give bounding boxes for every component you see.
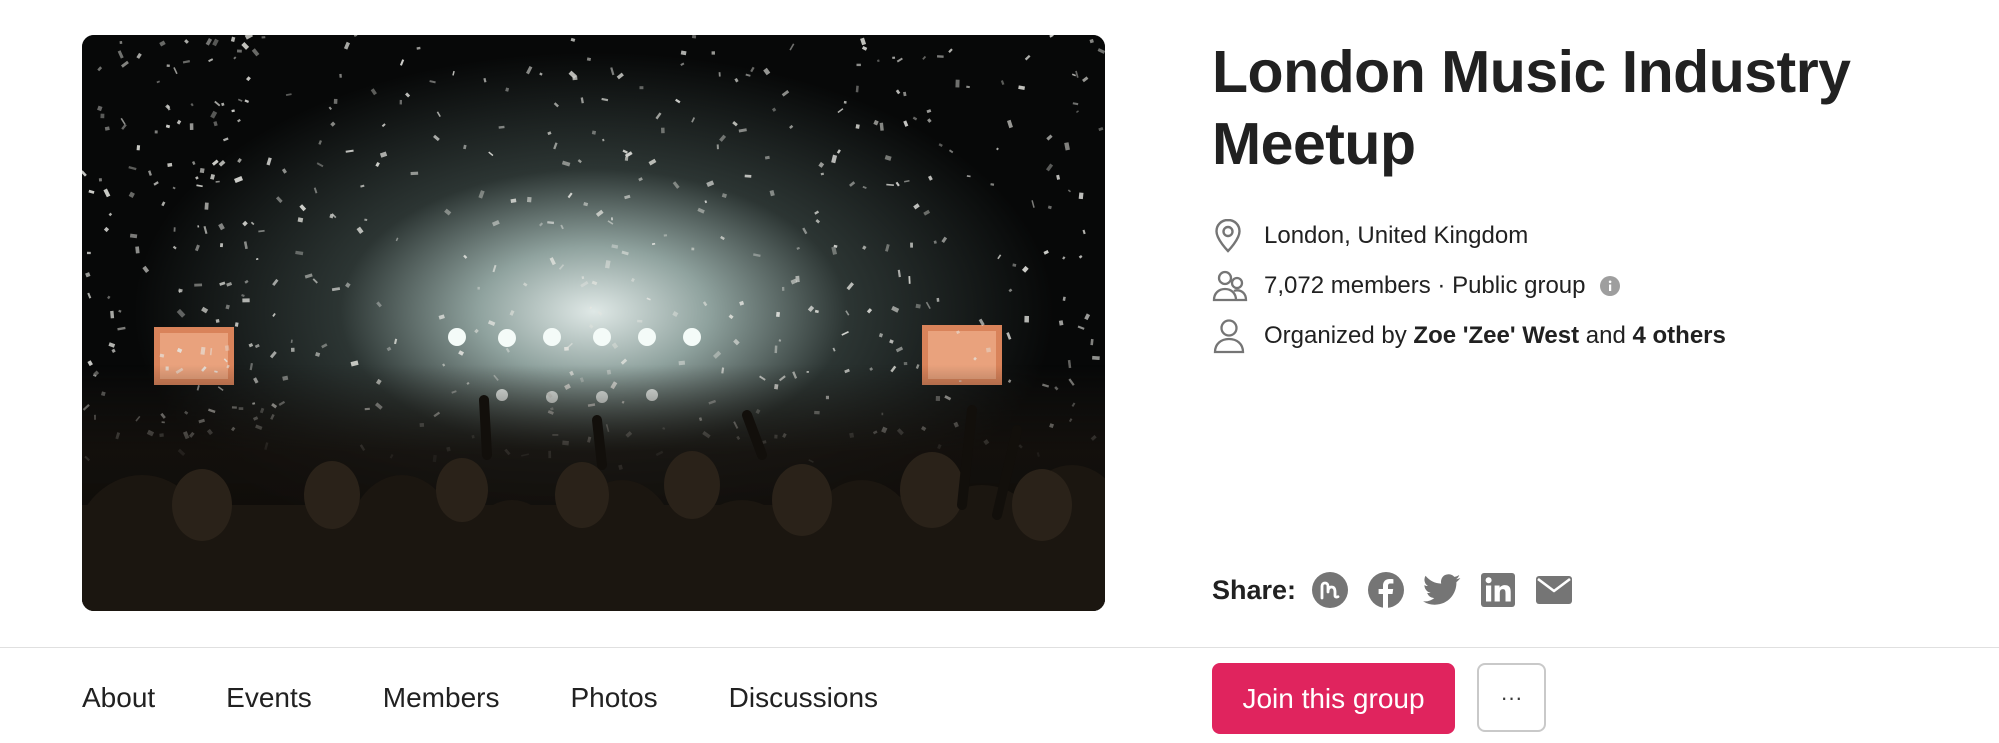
facebook-icon[interactable] <box>1366 570 1406 610</box>
join-group-button[interactable]: Join this group <box>1212 663 1455 734</box>
tab-events[interactable]: Events <box>226 682 312 714</box>
location-pin-icon <box>1212 216 1252 256</box>
organizer-row: Organized by Zoe 'Zee' West and 4 others <box>1212 311 1726 361</box>
twitter-icon[interactable] <box>1422 570 1462 610</box>
members-text[interactable]: 7,072 members · Public group <box>1264 272 1586 300</box>
other-organizers[interactable]: 4 others <box>1633 322 1726 350</box>
tab-discussions[interactable]: Discussions <box>729 682 878 714</box>
group-info: London Music Industry Meetup <box>1212 36 1932 180</box>
members-row: 7,072 members · Public group <box>1212 261 1726 311</box>
group-cover-image <box>82 35 1105 611</box>
group-nav-tabs: About Events Members Photos Discussions <box>82 672 949 724</box>
location-row: London, United Kingdom <box>1212 211 1726 261</box>
members-icon <box>1212 266 1252 306</box>
linkedin-icon[interactable] <box>1478 570 1518 610</box>
person-icon <box>1212 316 1252 356</box>
tab-about[interactable]: About <box>82 682 155 714</box>
more-options-button[interactable]: ··· <box>1477 663 1546 732</box>
organized-prefix: Organized by <box>1264 322 1414 349</box>
share-label: Share: <box>1212 574 1297 605</box>
group-meta: London, United Kingdom 7,072 members · P… <box>1212 211 1726 361</box>
tab-photos[interactable]: Photos <box>570 682 657 714</box>
info-icon[interactable] <box>1599 276 1620 296</box>
share-row: Share: <box>1212 566 1590 614</box>
organizer-name[interactable]: Zoe 'Zee' West <box>1413 322 1579 350</box>
email-icon[interactable] <box>1534 570 1574 610</box>
organized-mid: and <box>1579 322 1633 349</box>
divider <box>0 647 1999 648</box>
meetup-icon[interactable] <box>1310 570 1350 610</box>
page-title: London Music Industry Meetup <box>1212 39 1851 177</box>
location-text: London, United Kingdom <box>1264 222 1529 249</box>
tab-members[interactable]: Members <box>383 682 500 714</box>
